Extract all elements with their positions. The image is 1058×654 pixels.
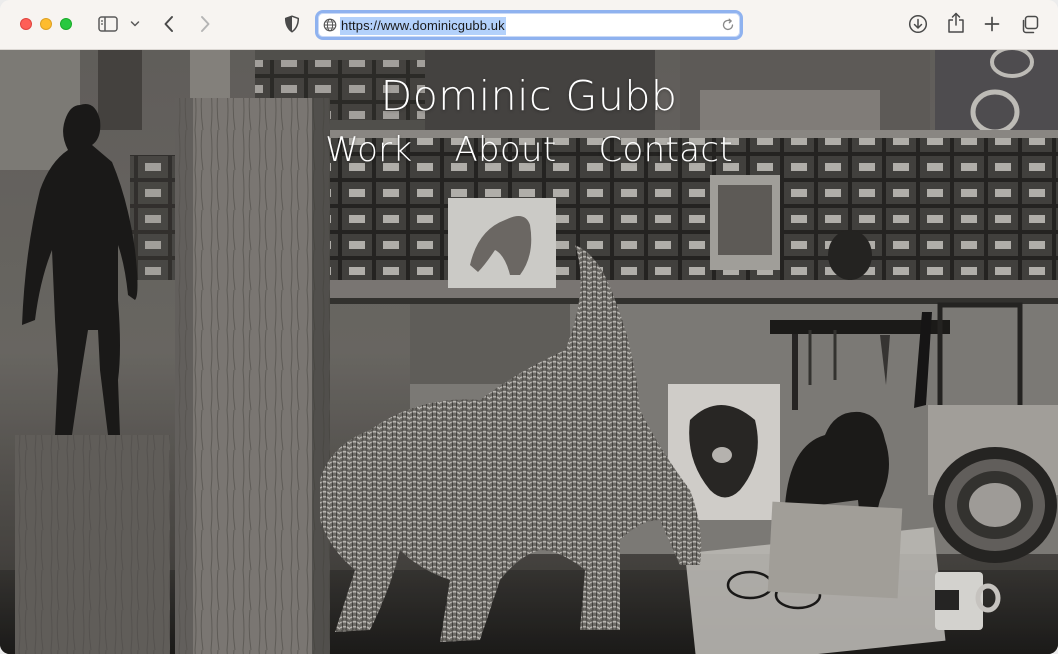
nav-link-about[interactable]: About bbox=[454, 130, 556, 170]
reload-icon[interactable] bbox=[721, 18, 735, 37]
download-icon[interactable] bbox=[907, 13, 929, 35]
plus-icon[interactable] bbox=[982, 14, 1002, 34]
site-title[interactable]: Dominic Gubb bbox=[0, 72, 1058, 120]
web-page: Dominic Gubb Work About Contact bbox=[0, 50, 1058, 654]
sidebar-icon[interactable] bbox=[97, 14, 119, 34]
forward-arrow-icon[interactable] bbox=[196, 13, 214, 35]
main-nav: Work About Contact bbox=[0, 130, 1058, 170]
browser-window: https://www.dominicgubb.uk Dominic Gubb … bbox=[0, 0, 1058, 654]
nav-link-contact[interactable]: Contact bbox=[598, 130, 732, 170]
address-bar[interactable]: https://www.dominicgubb.uk bbox=[315, 10, 743, 40]
close-window-button[interactable] bbox=[20, 18, 32, 30]
chevron-down-icon[interactable] bbox=[129, 17, 141, 31]
privacy-shield-icon[interactable] bbox=[283, 13, 301, 35]
tab-overview-icon[interactable] bbox=[1018, 13, 1040, 35]
browser-toolbar: https://www.dominicgubb.uk bbox=[0, 0, 1058, 50]
share-icon[interactable] bbox=[945, 11, 967, 35]
zoom-window-button[interactable] bbox=[60, 18, 72, 30]
globe-icon bbox=[323, 18, 337, 37]
minimize-window-button[interactable] bbox=[40, 18, 52, 30]
address-url-text[interactable]: https://www.dominicgubb.uk bbox=[340, 17, 506, 35]
nav-link-work[interactable]: Work bbox=[325, 130, 412, 170]
back-arrow-icon[interactable] bbox=[160, 13, 178, 35]
